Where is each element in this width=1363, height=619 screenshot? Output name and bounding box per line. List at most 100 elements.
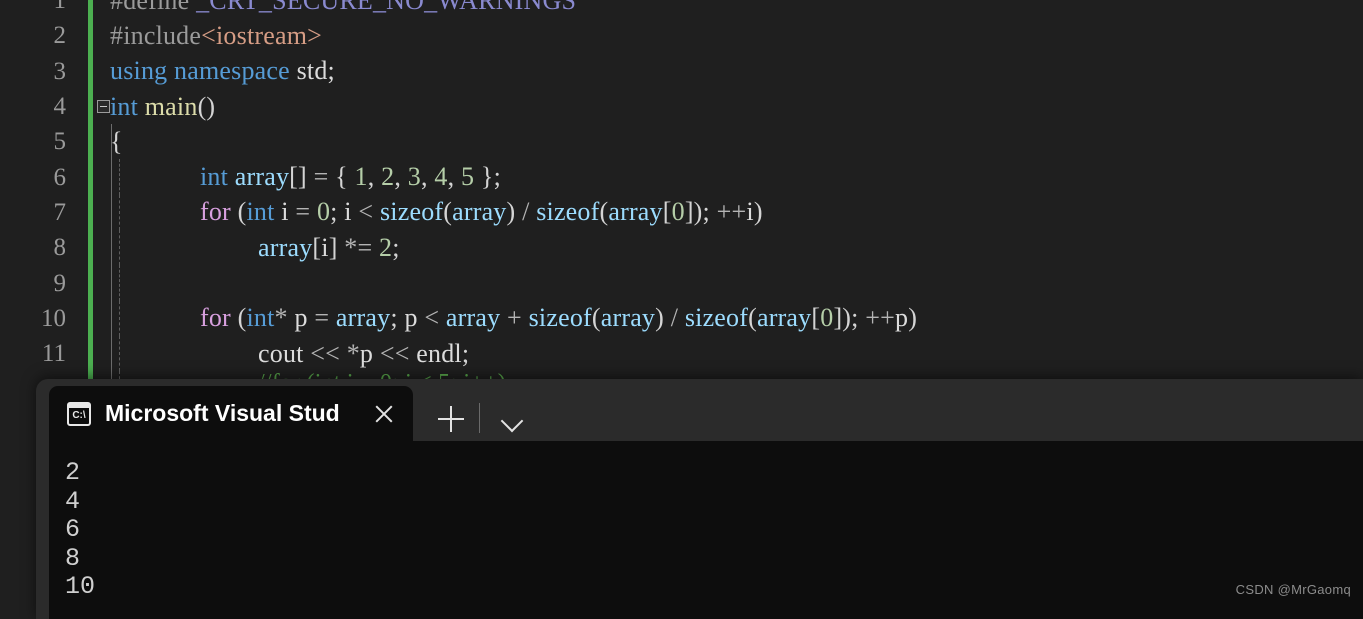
token-number: 0 <box>316 197 331 227</box>
code-line[interactable]: 11 cout << *p << endl; <box>0 335 1363 372</box>
token-paren: ( <box>591 303 601 333</box>
token-array: array <box>600 303 656 333</box>
line-number: 8 <box>53 234 67 262</box>
code-content: for (int* p = array; p < array + sizeof(… <box>78 305 917 331</box>
token-shift-left: << <box>303 338 347 368</box>
token-sizeof: sizeof <box>536 197 600 227</box>
code-content: array[i] *= 2; <box>78 232 400 262</box>
token-endl: endl <box>416 338 462 368</box>
terminal-output-pane[interactable]: 2 4 6 8 10 CSDN @MrGaomq <box>49 441 1363 619</box>
token-divide: / <box>515 197 537 227</box>
token-p: p <box>287 303 308 333</box>
new-tab-button[interactable] <box>429 397 473 441</box>
close-icon[interactable] <box>369 399 399 429</box>
token-number: 2 <box>379 232 393 262</box>
token-bracket: ] <box>684 197 694 227</box>
chevron-down-icon[interactable] <box>494 401 530 437</box>
token-paren: ( <box>748 303 757 333</box>
terminal-tab[interactable]: C:\ Microsoft Visual Stud <box>49 386 413 441</box>
change-bar <box>88 230 93 266</box>
code-line[interactable]: 3 using namespace std; <box>0 53 1363 89</box>
token-pointer-star: * <box>274 303 288 333</box>
line-number: 5 <box>53 128 67 156</box>
token-bracket: [ <box>811 303 821 333</box>
token-bracket: [ <box>312 232 322 262</box>
token-paren: ( <box>599 197 609 227</box>
token-paren: ) <box>908 303 918 333</box>
code-line[interactable]: 2 #include<iostream> <box>0 18 1363 54</box>
code-line[interactable]: 10 for (int* p = array; p < array + size… <box>0 300 1363 336</box>
token-increment: ++ <box>865 303 896 333</box>
token-semicolon: ; <box>392 232 400 262</box>
change-bar <box>88 335 93 372</box>
indent-guide <box>111 124 112 160</box>
token-paren: ) <box>753 197 763 227</box>
terminal-window[interactable]: C:\ Microsoft Visual Stud 2 4 6 8 10 CSD… <box>36 379 1363 619</box>
token-paren: ( <box>443 197 453 227</box>
change-bar <box>88 159 93 195</box>
token-number: 0 <box>671 197 685 227</box>
token-paren: ) <box>693 197 703 227</box>
line-number: 4 <box>53 93 67 121</box>
change-bar <box>88 194 93 231</box>
watermark: CSDN @MrGaomq <box>1235 582 1351 597</box>
token-p: p <box>895 303 909 333</box>
change-bar <box>88 124 93 160</box>
line-number: 3 <box>53 57 67 85</box>
change-bar <box>88 265 93 301</box>
indent-guide-dashed <box>119 194 120 231</box>
code-line[interactable]: 5 { <box>0 124 1363 160</box>
token-increment: ++ <box>716 197 747 227</box>
line-number: 2 <box>53 22 67 50</box>
token-i: i <box>321 232 329 262</box>
token-array: array <box>608 197 663 227</box>
token-int: int <box>200 162 229 192</box>
token-number: 2 <box>381 162 395 192</box>
indent-guide <box>111 159 112 195</box>
token-less-than: < <box>351 197 380 227</box>
code-line[interactable]: 8 array[i] *= 2; <box>0 230 1363 266</box>
token-for: for <box>200 303 231 333</box>
code-content: int array[] = { 1, 2, 3, 4, 5 }; <box>78 164 501 190</box>
indent-guide <box>111 335 112 372</box>
token-p: p <box>359 338 374 368</box>
code-line[interactable]: 4 int main() <box>0 88 1363 125</box>
code-line[interactable]: 7 for (int i = 0; i < sizeof(array) / si… <box>0 194 1363 231</box>
token-parens: () <box>197 91 216 121</box>
token-array: array <box>228 162 290 192</box>
fold-toggle-icon[interactable] <box>97 100 110 114</box>
token-comma: , <box>394 162 408 192</box>
token-paren: ( <box>230 303 247 333</box>
token-array: array <box>335 303 391 333</box>
token-semicolon: ; <box>461 338 470 368</box>
token-paren: ( <box>230 197 247 227</box>
token-paren: ) <box>842 303 852 333</box>
token-i: i <box>344 197 352 227</box>
code-content: for (int i = 0; i < sizeof(array) / size… <box>78 199 763 225</box>
token-std: std; <box>289 56 335 86</box>
indent-guide <box>111 300 112 336</box>
indent-guide <box>111 265 112 301</box>
token-brackets: [] <box>289 162 307 192</box>
token-array: array <box>445 303 501 333</box>
token-open-init: { <box>335 162 355 192</box>
code-content: using namespace std; <box>78 58 335 84</box>
token-number: 4 <box>434 162 448 192</box>
change-bar <box>88 18 93 54</box>
terminal-titlebar[interactable]: C:\ Microsoft Visual Stud <box>36 379 1363 441</box>
output-line: 2 <box>65 458 81 487</box>
token-bracket: ] <box>328 232 338 262</box>
indent-guide-dashed <box>119 230 120 266</box>
terminal-tab-title: Microsoft Visual Stud <box>105 400 340 426</box>
token-cout: cout <box>258 338 304 368</box>
token-divide: / <box>664 303 685 333</box>
code-line[interactable]: 6 int array[] = { 1, 2, 3, 4, 5 }; <box>0 159 1363 195</box>
indent-guide-dashed <box>119 300 120 336</box>
indent-guide <box>111 230 112 266</box>
code-line[interactable]: 9 <box>0 265 1363 301</box>
toolbar-divider <box>479 403 480 433</box>
line-number: 1 <box>53 0 67 15</box>
code-line[interactable]: 1 #define _CRT_SECURE_NO_WARNINGS <box>0 0 1363 19</box>
token-number: 5 <box>460 162 475 192</box>
change-bar <box>88 88 93 125</box>
